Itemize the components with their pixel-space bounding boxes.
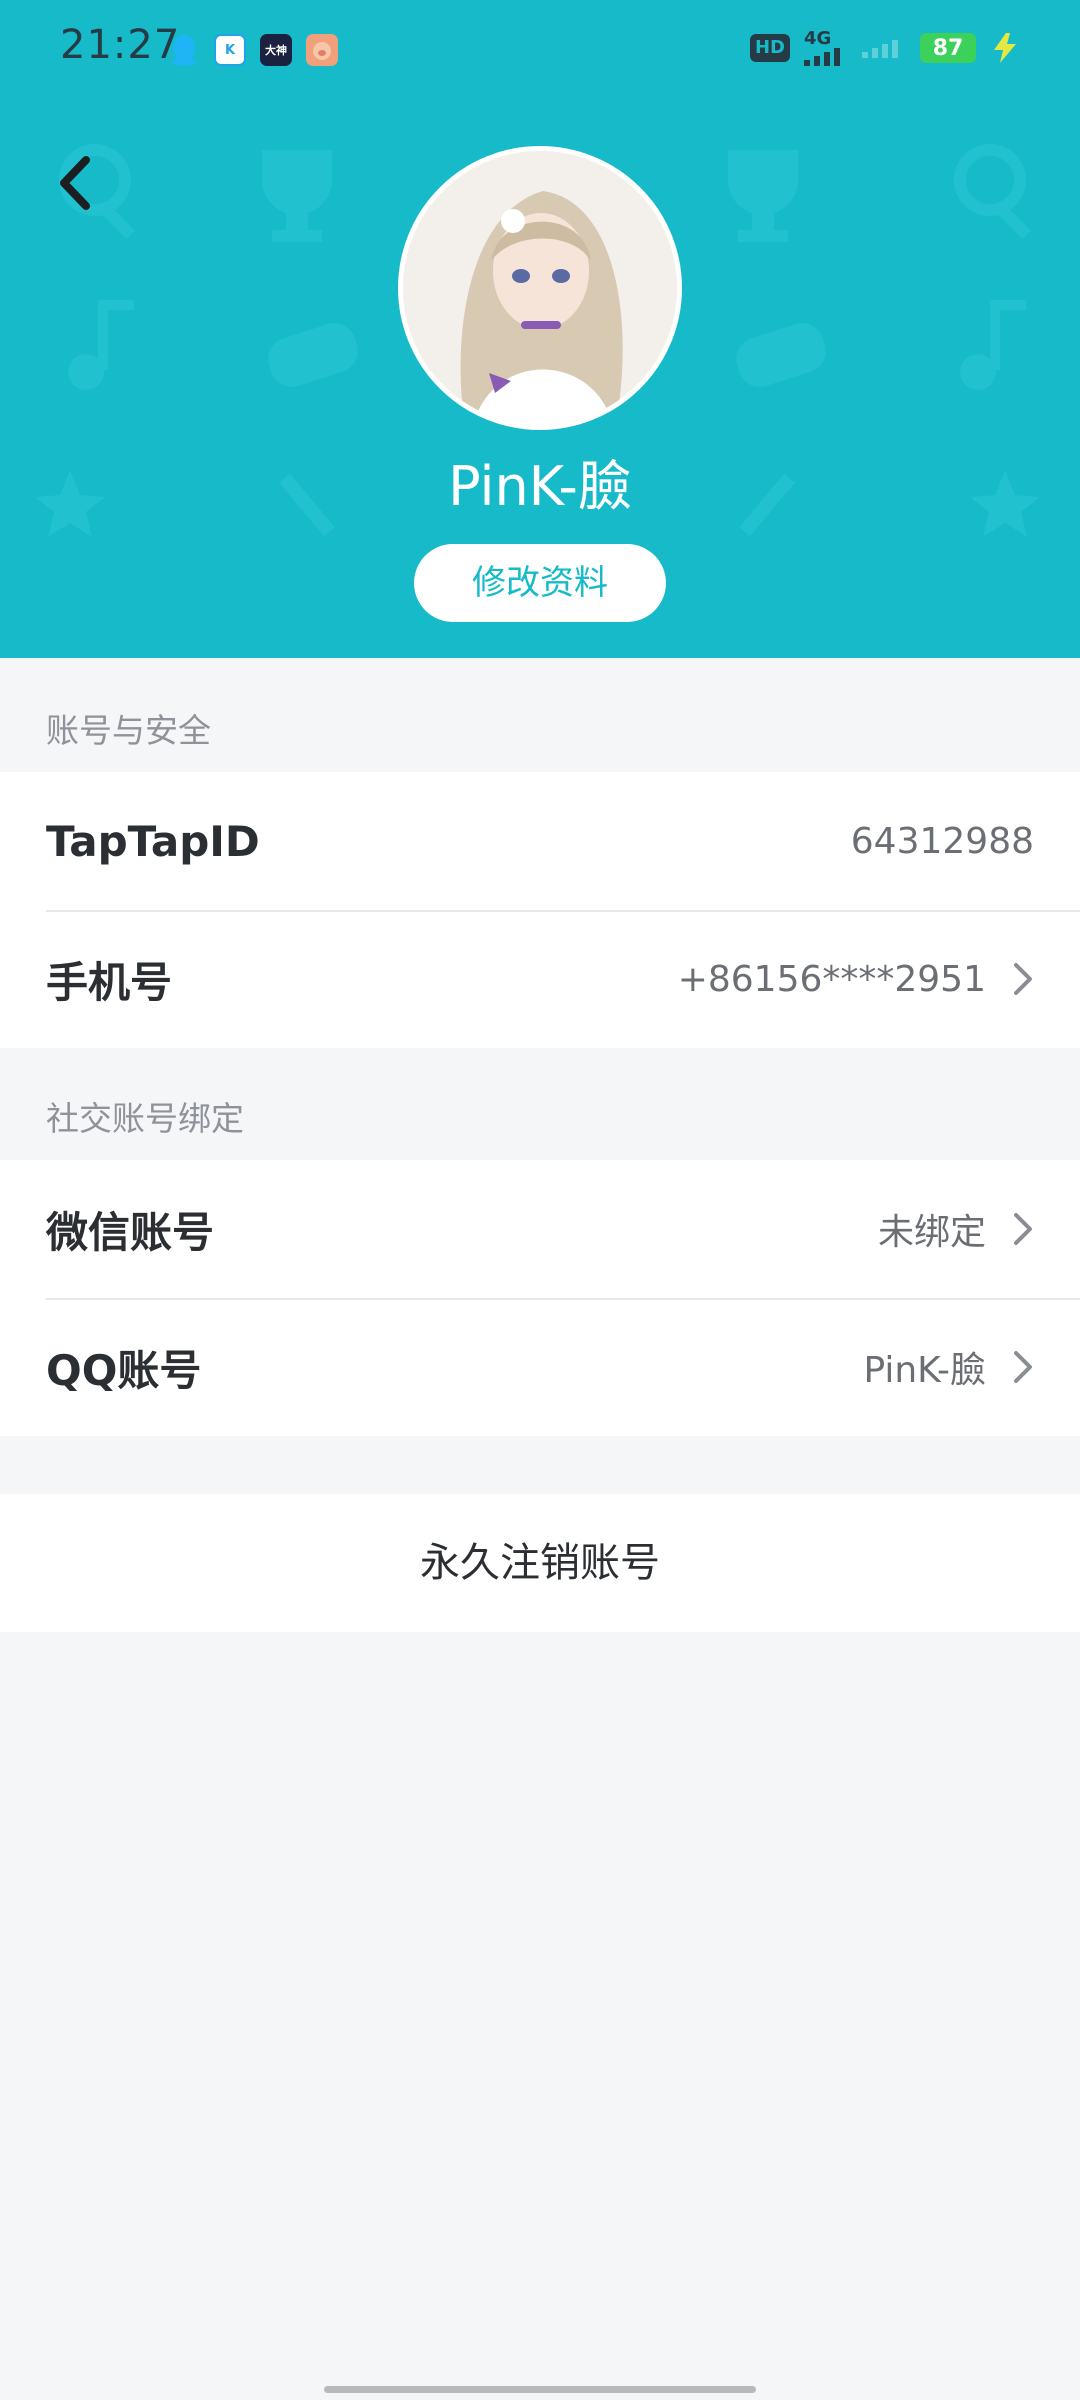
- phone-number-value: +86156****2951: [677, 958, 986, 1000]
- system-status-icons: HD 4G 87: [749, 30, 1020, 66]
- row-taptap-id: TapTapID 64312988: [0, 772, 1080, 910]
- wechat-status-value: 未绑定: [877, 1212, 986, 1253]
- edit-profile-button[interactable]: 修改资料: [414, 544, 666, 622]
- avatar[interactable]: [398, 146, 682, 430]
- secondary-signal-icon: [862, 40, 898, 58]
- qq-notification-icon: [168, 34, 200, 66]
- row-label: TapTapID: [46, 816, 260, 866]
- k-app-icon: K: [214, 34, 246, 66]
- profile-username: PinK-臉: [448, 455, 632, 518]
- row-label: 微信账号: [46, 1207, 215, 1257]
- row-label: QQ账号: [46, 1345, 202, 1395]
- row-right: 未绑定: [878, 1203, 1034, 1255]
- row-wechat-account[interactable]: 微信账号 未绑定: [0, 1160, 1080, 1298]
- row-label: 手机号: [46, 957, 173, 1007]
- row-right: +86156****2951: [678, 959, 1034, 1000]
- row-qq-account[interactable]: QQ账号 PinK-臉: [0, 1298, 1080, 1436]
- dashen-app-icon: 大神: [260, 34, 292, 66]
- row-right: 64312988: [851, 821, 1034, 862]
- network-type-label: 4G: [804, 28, 832, 49]
- hd-voice-icon: HD: [749, 34, 790, 62]
- profile-header: 21:27 K 大神 HD 4G 87 PinK-臉 修改资料: [0, 0, 1080, 658]
- section-title-account-security: 账号与安全: [46, 711, 211, 750]
- chevron-right-icon: [1014, 1351, 1032, 1383]
- qq-account-value: PinK-臉: [863, 1350, 986, 1391]
- status-bar: 21:27 K 大神 HD 4G 87: [0, 0, 1080, 100]
- row-right: PinK-臉: [863, 1341, 1034, 1393]
- notification-icons: K 大神: [168, 34, 338, 66]
- account-security-card: TapTapID 64312988 手机号 +86156****2951: [0, 772, 1080, 1048]
- home-indicator[interactable]: [324, 2386, 756, 2393]
- status-time: 21:27: [60, 22, 181, 68]
- chevron-right-icon: [1014, 1213, 1032, 1245]
- delete-account-button[interactable]: 永久注销账号: [0, 1494, 1080, 1632]
- social-binding-card: 微信账号 未绑定 QQ账号 PinK-臉: [0, 1160, 1080, 1436]
- charging-icon: [994, 33, 1016, 63]
- mobile-signal-icon: 4G: [804, 30, 848, 66]
- battery-icon: 87: [920, 33, 976, 63]
- taptap-id-value: 64312988: [850, 820, 1034, 862]
- avatar-image: [403, 151, 677, 425]
- row-phone-number[interactable]: 手机号 +86156****2951: [0, 910, 1080, 1048]
- section-title-social-binding: 社交账号绑定: [46, 1099, 244, 1138]
- back-arrow-icon[interactable]: [48, 148, 108, 218]
- pig-app-icon: [306, 34, 338, 66]
- chevron-right-icon: [1014, 963, 1032, 995]
